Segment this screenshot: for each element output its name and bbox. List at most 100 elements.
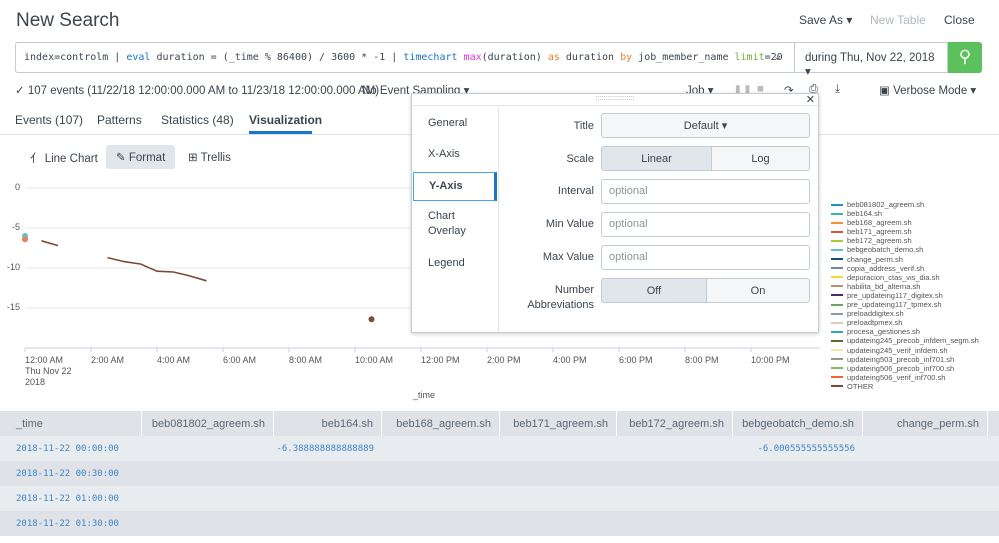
legend-swatch [831, 258, 843, 261]
column-header[interactable]: _time [0, 411, 142, 436]
format-button[interactable]: ✎ Format [106, 145, 176, 169]
interval-input[interactable]: optional [601, 179, 810, 204]
format-nav: General X-Axis Y-Axis Chart Overlay Lege… [412, 108, 499, 332]
legend-swatch [831, 203, 843, 206]
column-header[interactable]: beb172_agreem.sh [617, 411, 733, 436]
legend-item[interactable]: beb168_agreem.sh [831, 218, 979, 227]
legend-item[interactable]: preloaddigitex.sh [831, 309, 979, 318]
legend-swatch [831, 358, 843, 361]
legend-label: depuracion_ctas_vis_dia.sh [847, 272, 940, 282]
scale-linear-button[interactable]: Linear [601, 146, 712, 171]
query-token: job_member_name [632, 52, 735, 63]
legend-label: beb081802_agreem.sh [847, 200, 925, 209]
column-header[interactable]: beb168_agreem.sh [382, 411, 500, 436]
new-table-button[interactable]: New Table [870, 13, 926, 27]
abbreviations-off-button[interactable]: Off [601, 278, 707, 303]
save-as-button[interactable]: Save As ▾ [799, 13, 852, 27]
chevron-down-icon[interactable]: ⌄ [773, 50, 782, 63]
close-icon[interactable]: ✕ [806, 93, 815, 106]
legend-item[interactable]: updateing506_precob_inf700.sh [831, 364, 979, 373]
legend-item[interactable]: pre_updateing117_tpmex.sh [831, 300, 979, 309]
legend-item[interactable]: preloadtpmex.sh [831, 318, 979, 327]
legend-label: preloadtpmex.sh [847, 318, 903, 328]
scale-log-button[interactable]: Log [711, 146, 810, 171]
legend-item[interactable]: copia_address_verif.sh [831, 264, 979, 273]
chart-type-button[interactable]: ⺅ Line Chart [20, 145, 108, 169]
max-value-label: Max Value [542, 251, 594, 263]
legend-item[interactable]: bebgeobatch_demo.sh [831, 245, 979, 254]
export-icon[interactable]: ⤓ [835, 83, 840, 96]
table-cell[interactable]: 2018-11-22 00:30:00 [0, 461, 142, 486]
table-cell[interactable]: -6.388888888888889 [274, 436, 382, 461]
tab-events[interactable]: Events (107) [15, 113, 83, 127]
legend-swatch [831, 312, 843, 315]
title-dropdown[interactable]: Default ▾ [601, 113, 810, 138]
trellis-button[interactable]: ⊞ Trellis [178, 145, 241, 169]
legend-item[interactable]: OTHER [831, 382, 979, 391]
table-cell [863, 461, 988, 486]
column-header[interactable]: beb081802_agreem.sh [142, 411, 274, 436]
table-cell[interactable]: 2018-11-22 01:00:00 [0, 486, 142, 511]
max-value-input[interactable]: optional [601, 245, 810, 270]
column-header[interactable]: change_perm.sh [863, 411, 988, 436]
table-cell[interactable]: 2018-11-22 01:30:00 [0, 511, 142, 536]
search-button[interactable]: ⚲ [948, 42, 982, 73]
close-button[interactable]: Close [944, 13, 975, 27]
table-cell [142, 511, 274, 536]
legend-item[interactable]: procesa_gestiones.sh [831, 327, 979, 336]
legend-item[interactable]: pre_updateing117_digitex.sh [831, 291, 979, 300]
nav-x-axis[interactable]: X-Axis [413, 147, 497, 162]
legend-label: updateing245_verif_infdem.sh [847, 345, 948, 355]
search-input[interactable]: index=controlm | eval duration = (_time … [15, 42, 795, 73]
search-mode-dropdown[interactable]: ▣ Verbose Mode ▾ [879, 83, 976, 97]
legend-label: beb172_agreem.sh [847, 236, 912, 246]
table-cell[interactable]: 2018-11-22 00:00:00 [0, 436, 142, 461]
tab-statistics[interactable]: Statistics (48) [161, 113, 234, 127]
legend-swatch [831, 294, 843, 297]
y-tick-label: -15 [6, 302, 20, 312]
table-cell [863, 486, 988, 511]
legend-item[interactable]: beb164.sh [831, 209, 979, 218]
y-tick-label: -10 [6, 262, 20, 272]
nav-chart-overlay[interactable]: Chart Overlay [413, 209, 497, 239]
table-cell[interactable]: -6.000555555555556 [733, 436, 863, 461]
legend-item[interactable]: beb171_agreem.sh [831, 227, 979, 236]
table-cell [382, 486, 500, 511]
column-header[interactable]: beb164.sh [274, 411, 382, 436]
tab-patterns[interactable]: Patterns [97, 113, 142, 127]
time-range-picker[interactable]: during Thu, Nov 22, 2018 ▾ [795, 42, 948, 78]
nav-general[interactable]: General [413, 116, 497, 131]
results-table: _time beb081802_agreem.sh beb164.sh beb168_… [0, 411, 999, 536]
drag-handle[interactable]: :::::::::::::::::::: [412, 94, 818, 106]
legend-item[interactable]: beb172_agreem.sh [831, 236, 979, 245]
x-tick-label: 2:00 PM [487, 355, 521, 365]
legend-label: beb168_agreem.sh [847, 218, 912, 228]
column-header[interactable]: bebgeobatch_demo.sh [733, 411, 863, 436]
column-header[interactable]: beb171_agreem.sh [500, 411, 617, 436]
nav-y-axis[interactable]: Y-Axis [413, 172, 497, 201]
legend-item[interactable]: updateing245_precob_infdem_segm.sh [831, 336, 979, 345]
grid-icon: ⊞ [188, 152, 201, 164]
interval-label: Interval [557, 185, 594, 197]
legend-item[interactable]: depuracion_ctas_vis_dia.sh [831, 273, 979, 282]
x-tick-label: 4:00 PM [553, 355, 587, 365]
legend-item[interactable]: updateing506_verif_inf700.sh [831, 373, 979, 382]
legend-item[interactable]: beb081802_agreem.sh [831, 200, 979, 209]
min-value-input[interactable]: optional [601, 212, 810, 237]
tab-visualization[interactable]: Visualization [249, 113, 322, 127]
title-label: Title [573, 120, 594, 132]
legend-item[interactable]: updateing245_verif_infdem.sh [831, 346, 979, 355]
legend-item[interactable]: change_perm.sh [831, 255, 979, 264]
legend-swatch [831, 376, 843, 379]
format-panel: :::::::::::::::::::: ✕ General X-Axis Y-… [411, 93, 819, 333]
table-cell [274, 486, 382, 511]
abbreviations-on-button[interactable]: On [706, 278, 810, 303]
nav-legend[interactable]: Legend [413, 256, 497, 271]
table-cell [863, 511, 988, 536]
table-cell [617, 436, 733, 461]
legend-label: procesa_gestiones.sh [847, 327, 920, 337]
legend-item[interactable]: habilita_bd_alterna.sh [831, 282, 979, 291]
query-token: eval [126, 52, 151, 63]
data-point-OTHER [368, 316, 375, 323]
legend-item[interactable]: updateing503_precob_inf701.sh [831, 355, 979, 364]
